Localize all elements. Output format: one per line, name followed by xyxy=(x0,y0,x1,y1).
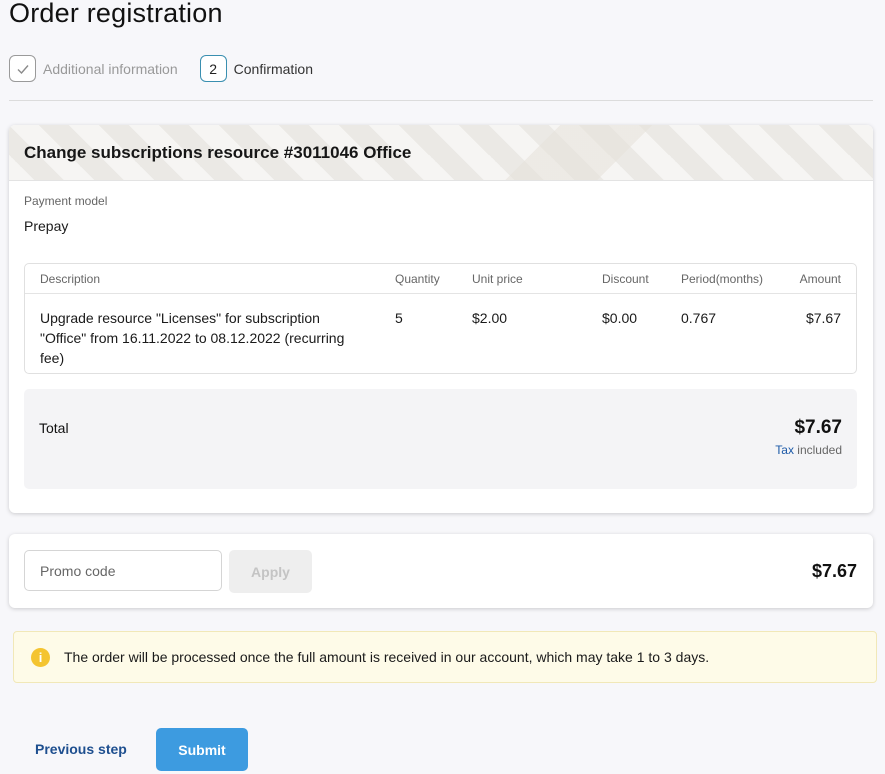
info-text: The order will be processed once the ful… xyxy=(64,649,710,665)
step-label: Confirmation xyxy=(233,60,314,77)
promo-code-input[interactable] xyxy=(24,550,222,591)
cell-quantity: 5 xyxy=(395,310,403,326)
apply-button[interactable]: Apply xyxy=(229,550,312,593)
submit-button[interactable]: Submit xyxy=(156,728,248,771)
table-header: Description Quantity Unit price Discount… xyxy=(25,264,856,294)
step-number: 2 xyxy=(199,55,227,82)
col-discount: Discount xyxy=(602,272,649,286)
payment-model-value: Prepay xyxy=(24,218,69,234)
previous-step-link[interactable]: Previous step xyxy=(35,741,127,757)
table-row: Upgrade resource "Licenses" for subscrip… xyxy=(25,294,856,373)
step-confirmation[interactable]: 2 Confirmation xyxy=(199,55,314,82)
col-amount: Amount xyxy=(799,272,841,286)
step-label: Additional information xyxy=(43,60,178,77)
cell-unit-price: $2.00 xyxy=(472,310,508,326)
col-quantity: Quantity xyxy=(395,272,440,286)
info-banner: i The order will be processed once the f… xyxy=(13,631,877,683)
stepper: Additional information 2 Confirmation xyxy=(9,55,335,82)
step-additional-information[interactable]: Additional information xyxy=(9,55,178,82)
check-icon xyxy=(9,55,36,82)
cell-description: Upgrade resource "Licenses" for subscrip… xyxy=(40,310,345,366)
promo-total-amount: $7.67 xyxy=(811,561,857,581)
col-period: Period(months) xyxy=(681,272,764,286)
info-icon: i xyxy=(31,647,50,667)
payment-model-label: Payment model xyxy=(24,194,108,208)
tax-suffix: included xyxy=(793,443,842,457)
order-items-table: Description Quantity Unit price Discount… xyxy=(24,263,857,374)
order-title: Change subscriptions resource #3011046 O… xyxy=(24,142,412,162)
total-amount: $7.67 xyxy=(794,417,842,438)
cell-amount: $7.67 xyxy=(805,310,841,326)
tax-note: Tax included xyxy=(775,443,842,457)
col-description: Description xyxy=(40,272,101,286)
cell-period: 0.767 xyxy=(681,310,717,326)
promo-card: Apply $7.67 xyxy=(9,534,873,608)
total-summary: Total $7.67 Tax included xyxy=(24,389,857,489)
divider xyxy=(9,100,873,101)
page-title: Order registration xyxy=(9,0,223,28)
cell-discount: $0.00 xyxy=(602,310,638,326)
order-card-header: Change subscriptions resource #3011046 O… xyxy=(9,125,873,181)
col-unit-price: Unit price xyxy=(472,272,523,286)
order-card: Change subscriptions resource #3011046 O… xyxy=(9,125,873,513)
tax-link[interactable]: Tax xyxy=(775,443,794,457)
total-label: Total xyxy=(39,420,69,436)
